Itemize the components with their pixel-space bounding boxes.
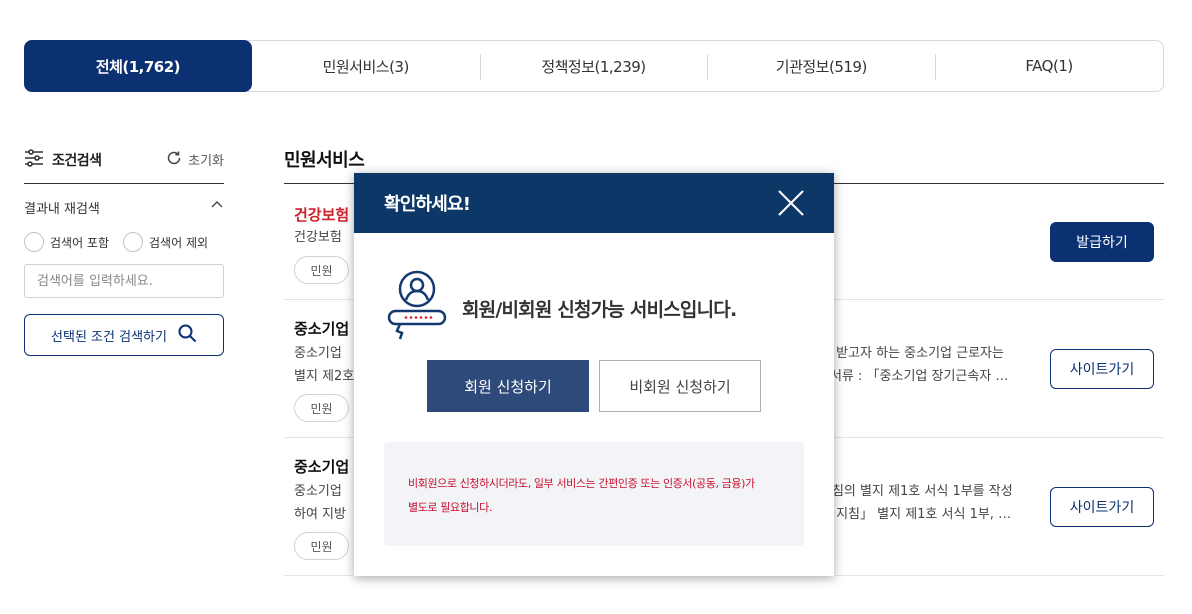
radio-include[interactable]: 검색어 포함 (24, 232, 109, 252)
condition-search-title: 조건검색 (24, 148, 102, 172)
modal-message-row: 회원/비회원 신청가능 서비스입니다. (386, 269, 737, 347)
item-desc-right-line2: 출서류 : 「중소기업 장기근속자 … (818, 369, 1009, 384)
within-results-toggle[interactable]: 결과내 재검색 (24, 184, 224, 230)
tab-civil-service[interactable]: 민원서비스(3) (252, 41, 480, 91)
item-title[interactable]: 건강보험 (294, 204, 349, 225)
item-desc-line1: 중소기업 (294, 484, 342, 499)
notice-box: 비회원으로 신청하시더라도, 일부 서비스는 간편인증 또는 인증서(공동, 금… (384, 442, 804, 546)
user-key-icon (386, 269, 448, 347)
within-results-label: 결과내 재검색 (24, 201, 100, 217)
member-apply-button[interactable]: 회원 신청하기 (427, 360, 589, 412)
item-desc-right-line2: 한 지침」 별지 제1호 서식 1부, … (820, 507, 1012, 522)
tab-agency-info[interactable]: 기관정보(519) (707, 41, 935, 91)
item-desc-line2: 별지 제2호 (294, 369, 355, 384)
modal-header: 확인하세요! (354, 173, 834, 233)
reset-button[interactable]: 초기화 (165, 149, 224, 171)
go-site-button[interactable]: 사이트가기 (1050, 349, 1154, 389)
condition-search-label: 조건검색 (52, 152, 102, 169)
item-desc-line2: 하여 지방 (294, 507, 346, 522)
radio-exclude-circle[interactable] (123, 232, 144, 252)
tab-policy-info[interactable]: 정책정보(1,239) (479, 41, 708, 91)
tab-faq[interactable]: FAQ(1) (935, 41, 1163, 91)
item-title[interactable]: 중소기업 (294, 456, 349, 477)
notice-line-2: 별도로 필요합니다. (408, 501, 492, 514)
item-desc-right-line1: 지침의 별지 제1호 서식 1부를 작성 (820, 484, 1013, 499)
search-input[interactable] (24, 264, 224, 298)
chevron-up-icon (210, 198, 224, 216)
refresh-icon (165, 149, 183, 171)
tab-all[interactable]: 전체(1,762) (24, 40, 252, 92)
item-desc-right-line1: 을 받고자 하는 중소기업 근로자는 (820, 346, 1004, 361)
confirm-modal: 확인하세요! 회원/비회원 신청가능 서비스입니다. 회원 신청하기 비회원 신… (354, 173, 834, 576)
civil-tag: 민원 (294, 394, 349, 422)
item-desc-line1: 중소기업 (294, 346, 342, 361)
go-site-button[interactable]: 사이트가기 (1050, 487, 1154, 527)
category-tabs: 전체(1,762) 민원서비스(3) 정책정보(1,239) 기관정보(519)… (24, 40, 1164, 92)
modal-buttons: 회원 신청하기 비회원 신청하기 (427, 360, 761, 412)
reset-label: 초기화 (188, 154, 224, 169)
close-icon[interactable] (778, 190, 804, 216)
civil-tag: 민원 (294, 532, 349, 560)
radio-exclude-label: 검색어 제외 (149, 235, 209, 250)
filter-sidebar: 조건검색 초기화 결과내 재검색 검색어 포함 검색어 제외 선택 (24, 140, 224, 356)
search-selected-conditions-button[interactable]: 선택된 조건 검색하기 (24, 314, 224, 356)
item-desc: 건강보험 (294, 230, 342, 245)
sidebar-header: 조건검색 초기화 (24, 140, 224, 184)
filter-sliders-icon (24, 148, 44, 172)
notice-line-1: 비회원으로 신청하시더라도, 일부 서비스는 간편인증 또는 인증서(공동, 금… (408, 477, 755, 490)
modal-message: 회원/비회원 신청가능 서비스입니다. (462, 298, 737, 321)
civil-tag: 민원 (294, 256, 349, 284)
radio-include-circle[interactable] (24, 232, 44, 252)
search-icon (177, 323, 197, 347)
radio-exclude[interactable]: 검색어 제외 (123, 232, 208, 252)
modal-title: 확인하세요! (384, 194, 471, 215)
search-button-label: 선택된 조건 검색하기 (51, 329, 167, 345)
item-title[interactable]: 중소기업 (294, 318, 349, 339)
nonmember-apply-button[interactable]: 비회원 신청하기 (599, 360, 761, 412)
issue-button[interactable]: 발급하기 (1050, 222, 1154, 262)
search-mode-radios: 검색어 포함 검색어 제외 (24, 230, 224, 254)
radio-include-label: 검색어 포함 (50, 235, 110, 250)
